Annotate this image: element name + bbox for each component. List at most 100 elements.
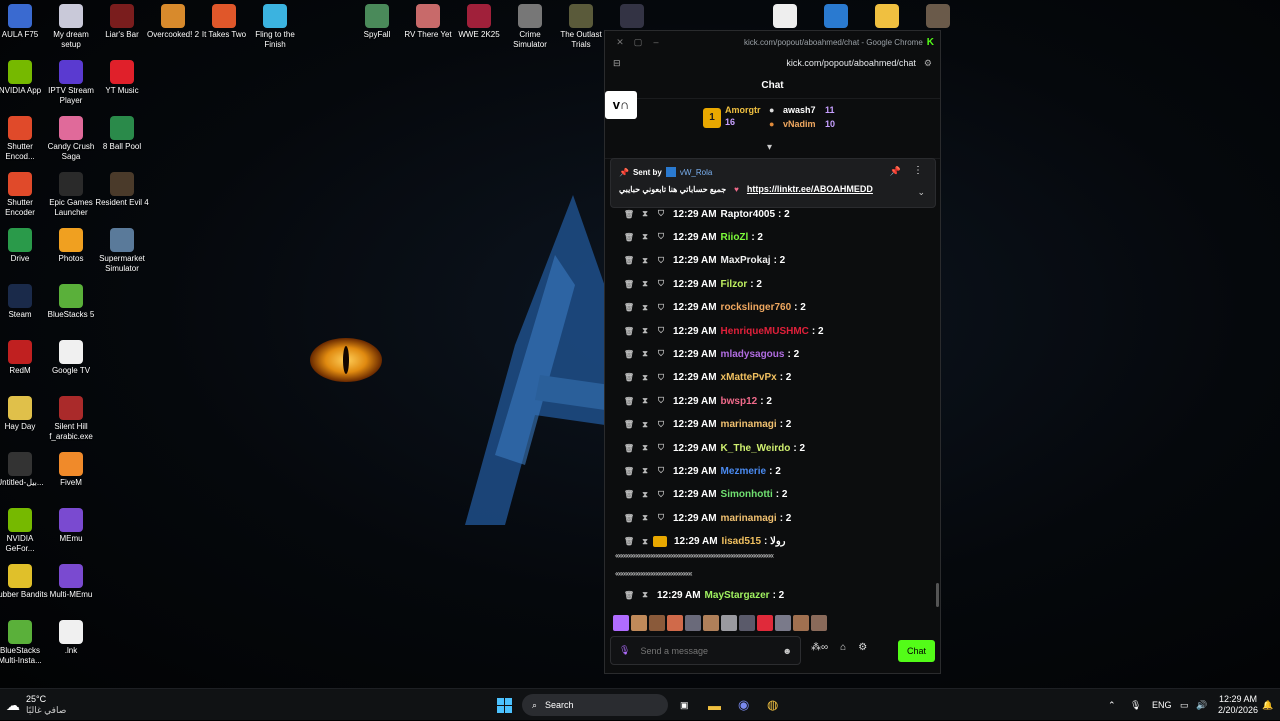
message-composer[interactable]: 🎙 ☻ bbox=[610, 636, 801, 665]
delete-icon[interactable]: 🗑 bbox=[621, 256, 637, 265]
emote-icon[interactable] bbox=[793, 615, 809, 631]
emote-icon[interactable] bbox=[757, 615, 773, 631]
delete-icon[interactable]: 🗑 bbox=[621, 490, 637, 499]
address-bar[interactable]: ⊟ kick.com/popout/aboahmed/chat ⚙ bbox=[605, 53, 940, 73]
desktop-icon[interactable]: Photos bbox=[43, 228, 99, 264]
desktop-icon[interactable]: Resident Evil 4 bbox=[94, 172, 150, 208]
chat-message[interactable]: 🗑 ⧗ ⛉ 12:29 AM Simonhotti: 2 bbox=[621, 486, 788, 504]
desktop-icon[interactable]: RV There Yet bbox=[400, 4, 456, 40]
desktop-icon[interactable]: My dream setup bbox=[43, 4, 99, 50]
send-chat-button[interactable]: Chat bbox=[898, 640, 935, 662]
desktop-icon[interactable]: Crime Simulator bbox=[502, 4, 558, 50]
desktop-icon[interactable]: Shutter Encoder bbox=[0, 172, 48, 218]
message-username[interactable]: mladysagous bbox=[721, 349, 785, 360]
expand-chevron-icon[interactable]: ⌄ bbox=[917, 187, 925, 198]
desktop-icon[interactable]: .lnk bbox=[43, 620, 99, 656]
close-icon[interactable]: ✕ bbox=[611, 37, 629, 48]
chat-message[interactable]: 🗑 ⧗ ⛉ 12:29 AM bwsp12: 2 bbox=[621, 392, 772, 410]
desktop-icon[interactable]: Supermarket Simulator bbox=[94, 228, 150, 274]
chat-message[interactable]: 🗑 ⧗ ⛉ 12:29 AM K_The_Weirdo: 2 bbox=[621, 439, 805, 457]
chat-message[interactable]: 🗑 ⧗ ⛉ 12:29 AM MaxProkaj: 2 bbox=[621, 252, 785, 270]
delete-icon[interactable]: 🗑 bbox=[621, 303, 637, 312]
chat-message[interactable]: 🗑 ⧗ ⛉ 12:29 AM RiioZl: 2 bbox=[621, 228, 763, 246]
desktop-icon[interactable]: Overcooked! 2 bbox=[145, 4, 201, 40]
timeout-icon[interactable]: ⧗ bbox=[637, 256, 653, 266]
delete-icon[interactable]: 🗑 bbox=[621, 514, 637, 523]
emoji-icon[interactable]: ☻ bbox=[783, 646, 792, 656]
emote-icon[interactable] bbox=[811, 615, 827, 631]
clock[interactable]: 12:29 AM 2/20/2026 bbox=[1218, 689, 1258, 721]
message-username[interactable]: MaxProkaj bbox=[721, 255, 771, 266]
timeout-icon[interactable]: ⧗ bbox=[637, 232, 653, 242]
chat-message[interactable]: 🗑 ⧗ 12:29 AM Iisad515: رولا bbox=[621, 533, 786, 551]
tray-chevron-icon[interactable]: ⌃ bbox=[1108, 689, 1116, 721]
delete-icon[interactable]: 🗑 bbox=[621, 280, 637, 289]
chat-message[interactable]: 🗑 ⧗ 12:29 AM MayStargazer : 2 bbox=[621, 586, 784, 604]
desktop-icon[interactable]: Shutter Encod... bbox=[0, 116, 48, 162]
delete-icon[interactable]: 🗑 bbox=[621, 350, 637, 359]
desktop-icon[interactable]: 8 Ball Pool bbox=[94, 116, 150, 152]
timeout-icon[interactable]: ⧗ bbox=[637, 279, 653, 289]
site-info-icon[interactable]: ⊟ bbox=[613, 58, 621, 69]
more-options-icon[interactable]: ⋮ bbox=[913, 165, 923, 176]
pin-icon[interactable]: 📌 bbox=[890, 166, 901, 177]
delete-icon[interactable]: 🗑 bbox=[621, 327, 637, 336]
desktop-icon[interactable]: Multi-MEmu bbox=[43, 564, 99, 600]
task-view-icon[interactable]: ▣ bbox=[680, 689, 689, 721]
chat-message[interactable]: 🗑 ⧗ ⛉ 12:29 AM marinamagi: 2 bbox=[621, 509, 791, 527]
timeout-icon[interactable]: ⧗ bbox=[637, 466, 653, 476]
timeout-icon[interactable]: ⧗ bbox=[637, 303, 653, 313]
timeout-icon[interactable]: ⧗ bbox=[637, 373, 653, 383]
volume-icon[interactable]: 🔊 bbox=[1196, 689, 1207, 721]
microphone-tray-icon[interactable]: 🎙 bbox=[1130, 689, 1141, 721]
desktop-icon[interactable]: RedM bbox=[0, 340, 48, 376]
message-username[interactable]: K_The_Weirdo bbox=[721, 443, 791, 454]
chat-message[interactable]: 🗑 ⧗ ⛉ 12:29 AM rockslinger760: 2 bbox=[621, 299, 806, 317]
desktop-icon[interactable]: MEmu bbox=[43, 508, 99, 544]
desktop-icon[interactable]: NVIDIA App bbox=[0, 60, 48, 96]
file-explorer-icon[interactable]: ▬ bbox=[708, 689, 721, 721]
desktop-icon[interactable]: Drive bbox=[0, 228, 48, 264]
desktop-icon[interactable]: FiveM bbox=[43, 452, 99, 488]
message-username[interactable]: RiioZl bbox=[721, 232, 749, 243]
timeout-icon[interactable]: ⧗ bbox=[637, 513, 653, 523]
tune-icon[interactable]: ⚙ bbox=[924, 58, 932, 69]
desktop-icon[interactable] bbox=[808, 4, 864, 30]
emote-icon[interactable] bbox=[631, 615, 647, 631]
desktop-icon[interactable]: Candy Crush Saga bbox=[43, 116, 99, 162]
delete-icon[interactable]: 🗑 bbox=[621, 420, 637, 429]
message-username[interactable]: rockslinger760 bbox=[721, 302, 792, 313]
network-icon[interactable]: ▭ bbox=[1180, 689, 1189, 721]
delete-icon[interactable]: 🗑 bbox=[621, 210, 637, 219]
timeout-icon[interactable]: ⧗ bbox=[637, 490, 653, 500]
delete-icon[interactable]: 🗑 bbox=[621, 373, 637, 382]
timeout-icon[interactable]: ⧗ bbox=[637, 209, 653, 219]
emote-icon[interactable] bbox=[703, 615, 719, 631]
timeout-icon[interactable]: ⧗ bbox=[637, 420, 653, 430]
maximize-icon[interactable]: ▢ bbox=[629, 37, 647, 48]
message-username[interactable]: Mezmerie bbox=[721, 466, 767, 477]
message-username[interactable]: marinamagi bbox=[721, 419, 777, 430]
notification-bell-icon[interactable]: 🔔 bbox=[1262, 689, 1273, 721]
chrome-icon[interactable]: ◍ bbox=[767, 689, 778, 721]
desktop-icon[interactable]: Liar's Bar bbox=[94, 4, 150, 40]
delete-icon[interactable]: 🗑 bbox=[621, 537, 637, 546]
desktop-icon[interactable]: The Outlast Trials bbox=[553, 4, 609, 50]
delete-icon[interactable]: 🗑 bbox=[621, 467, 637, 476]
desktop-icon[interactable]: BlueStacks 5 bbox=[43, 284, 99, 320]
chat-message[interactable]: 🗑 ⧗ ⛉ 12:29 AM marinamagi: 2 bbox=[621, 416, 791, 434]
emote-icon[interactable] bbox=[613, 615, 629, 631]
desktop-icon[interactable]: Epic Games Launcher bbox=[43, 172, 99, 218]
emote-icon[interactable] bbox=[649, 615, 665, 631]
chat-scrollbar[interactable] bbox=[936, 583, 939, 607]
message-input[interactable] bbox=[640, 645, 783, 656]
delete-icon[interactable]: 🗑 bbox=[621, 233, 637, 242]
start-button[interactable] bbox=[497, 689, 512, 721]
address-url[interactable]: kick.com/popout/aboahmed/chat bbox=[621, 58, 924, 68]
desktop-icon[interactable] bbox=[859, 4, 915, 30]
chat-message[interactable]: 🗑 ⧗ ⛉ 12:29 AM HenriqueMUSHMC: 2 bbox=[621, 322, 824, 340]
message-username[interactable]: Raptor4005 bbox=[721, 209, 775, 220]
microphone-icon[interactable]: 🎙 bbox=[619, 645, 630, 656]
desktop-icon[interactable]: AULA F75 bbox=[0, 4, 48, 40]
pinned-message[interactable]: 📌 Sent by vW_Rola جميع حساباتي هنا تابعو… bbox=[610, 158, 936, 208]
